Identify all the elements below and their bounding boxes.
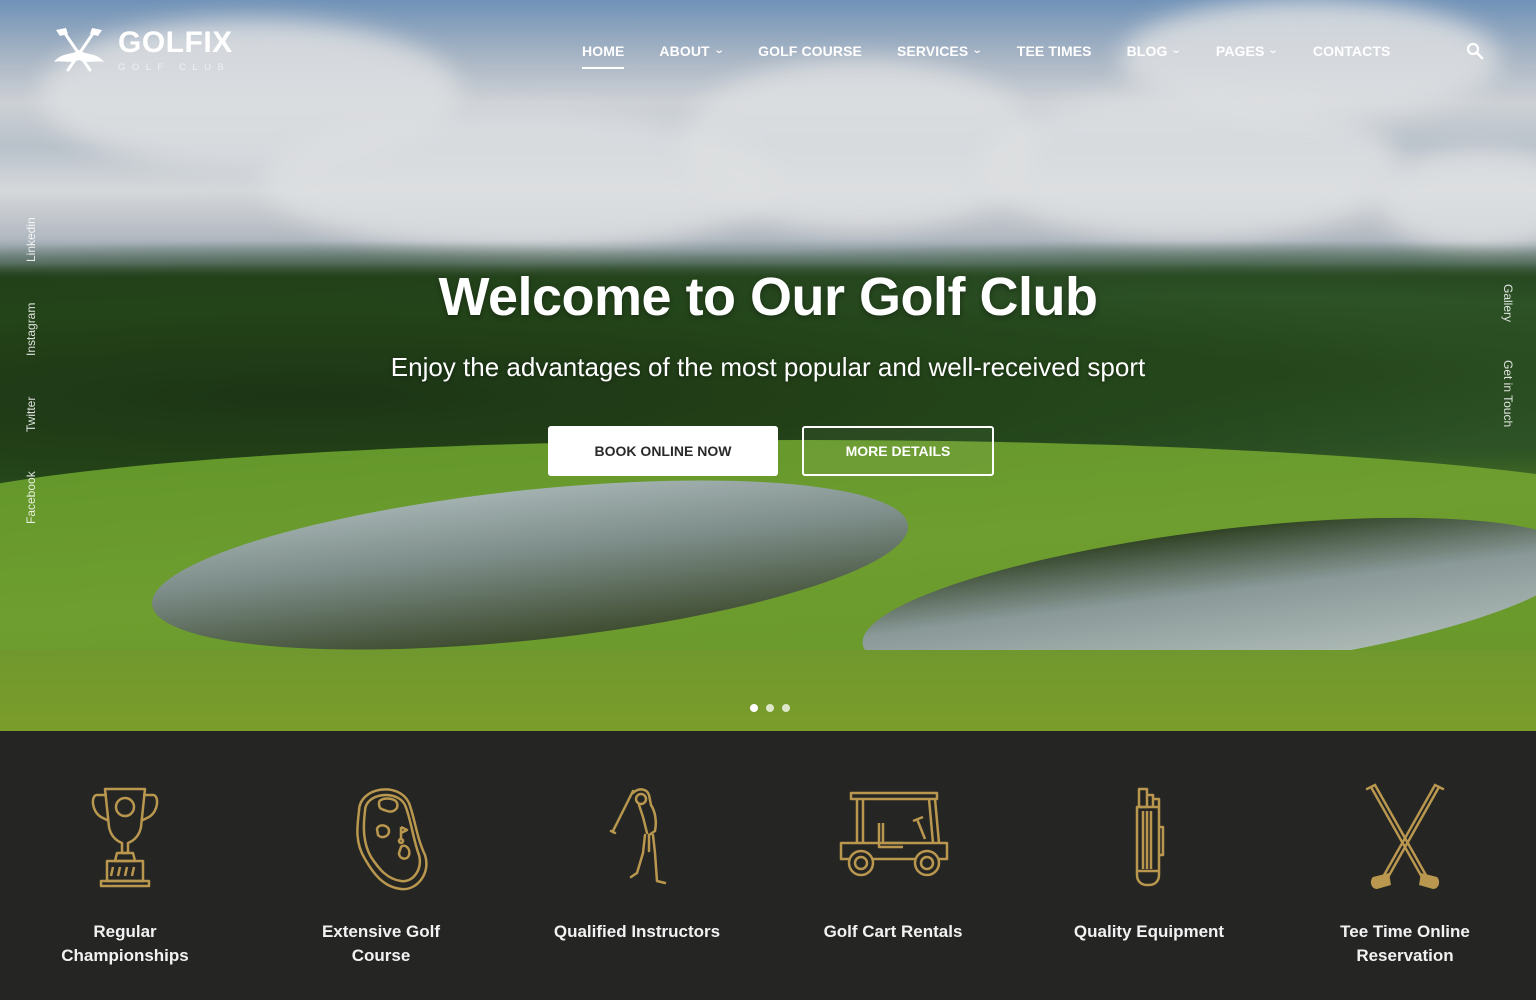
chevron-down-icon: ⌄ — [972, 44, 984, 56]
crossed-clubs-icon — [1365, 783, 1445, 889]
more-details-button[interactable]: MORE DETAILS — [802, 426, 994, 476]
chevron-down-icon: ⌄ — [1268, 44, 1280, 56]
logo[interactable]: GOLFIX GOLF CLUB — [52, 26, 233, 74]
brand-tagline: GOLF CLUB — [118, 61, 231, 73]
feature-item[interactable]: Qualified Instructors — [512, 781, 762, 944]
nav-item-about[interactable]: ABOUT ⌄ — [659, 40, 725, 62]
social-link-twitter[interactable]: Twitter — [24, 397, 38, 432]
nav-item-services[interactable]: SERVICES ⌄ — [897, 40, 984, 62]
nav-item-pages[interactable]: PAGES ⌄ — [1216, 40, 1280, 62]
feature-item[interactable]: Quality Equipment — [1024, 781, 1274, 944]
brand-name: GOLFIX — [118, 25, 233, 59]
golfer-icon — [609, 788, 667, 885]
crossed-clubs-logo-icon — [54, 28, 104, 72]
feature-item[interactable]: Golf Cart Rentals — [768, 781, 1018, 944]
nav-item-golf-course[interactable]: GOLF COURSE — [758, 40, 862, 62]
social-link-facebook[interactable]: Facebook — [24, 471, 38, 524]
nav-item-home[interactable]: HOME — [582, 40, 625, 69]
chevron-down-icon: ⌄ — [713, 44, 725, 56]
slider-pagination — [750, 704, 790, 712]
social-link-linkedin[interactable]: Linkedin — [24, 217, 38, 262]
golf-bag-icon — [1135, 787, 1165, 887]
chevron-down-icon: ⌄ — [1171, 44, 1183, 56]
slider-dot[interactable] — [782, 704, 790, 712]
feature-label: Extensive Golf Course — [321, 922, 441, 965]
hero-subtitle: Enjoy the advantages of the most popular… — [390, 352, 1146, 382]
features-section: Regular Championships Extensive Golf Cou… — [0, 731, 1536, 1000]
golf-cart-icon — [839, 791, 949, 877]
course-map-icon — [356, 788, 428, 891]
hero-title: Welcome to Our Golf Club — [438, 267, 1098, 327]
book-online-button[interactable]: BOOK ONLINE NOW — [548, 426, 778, 476]
slider-dot[interactable] — [750, 704, 758, 712]
feature-item[interactable]: Tee Time Online Reservation — [1280, 781, 1530, 968]
feature-item[interactable]: Regular Championships — [0, 781, 250, 968]
main-nav: HOME ABOUT ⌄ GOLF COURSE SERVICES ⌄ TEE … — [582, 40, 1391, 69]
search-icon[interactable] — [1466, 42, 1484, 60]
trophy-icon — [91, 787, 159, 888]
feature-label: Golf Cart Rentals — [823, 922, 963, 941]
nav-item-tee-times[interactable]: TEE TIMES — [1017, 40, 1092, 62]
feature-label: Quality Equipment — [1073, 922, 1225, 941]
nav-item-contacts[interactable]: CONTACTS — [1313, 40, 1391, 62]
feature-label: Regular Championships — [61, 922, 189, 965]
feature-label: Qualified Instructors — [553, 922, 721, 941]
slider-dot[interactable] — [766, 704, 774, 712]
feature-label: Tee Time Online Reservation — [1340, 922, 1470, 965]
feature-item[interactable]: Extensive Golf Course — [256, 781, 506, 968]
nav-item-blog[interactable]: BLOG ⌄ — [1127, 40, 1183, 62]
